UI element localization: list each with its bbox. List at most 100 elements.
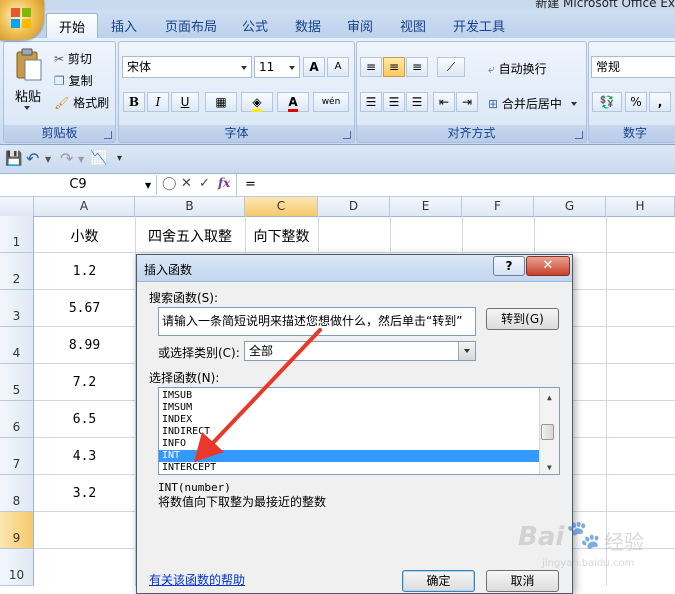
annotation-arrow-icon <box>194 328 322 462</box>
column-header-a[interactable]: A <box>34 197 135 216</box>
row-header-1[interactable]: 1 <box>0 216 34 253</box>
row-header-10[interactable]: 10 <box>0 549 34 586</box>
align-top-button[interactable]: ≡ <box>360 57 382 77</box>
tab-data[interactable]: 数据 <box>295 16 321 35</box>
align-left-button[interactable]: ☰ <box>360 92 382 112</box>
redo-icon[interactable]: ↷ <box>60 149 73 168</box>
name-box[interactable]: C9 <box>0 175 157 195</box>
paste-button[interactable]: 粘贴 <box>15 86 41 105</box>
font-size-select[interactable]: 11 <box>254 56 300 78</box>
row-header-6[interactable]: 6 <box>0 401 34 438</box>
dialog-close-button[interactable]: ✕ <box>526 256 570 276</box>
cell-a8[interactable]: 3.2 <box>34 486 135 501</box>
row-header-8[interactable]: 8 <box>0 475 34 512</box>
column-header-h[interactable]: H <box>606 197 675 216</box>
format-painter-button[interactable]: 🖌 格式刷 <box>54 94 109 111</box>
merge-dropdown-icon[interactable] <box>571 102 577 106</box>
cell-a4[interactable]: 8.99 <box>34 338 135 353</box>
cell-c1[interactable]: 向下整数 <box>245 226 318 246</box>
cancel-entry-icon[interactable]: ✕ <box>181 176 192 191</box>
alignment-launcher-icon[interactable] <box>575 131 583 139</box>
tab-review[interactable]: 审阅 <box>347 16 373 35</box>
font-color-button[interactable]: A <box>277 92 309 112</box>
cell-a7[interactable]: 4.3 <box>34 449 135 464</box>
borders-button[interactable]: ▦ <box>205 92 237 112</box>
merge-center-button[interactable]: ⊞ 合并后居中 <box>488 95 562 112</box>
cut-button[interactable]: ✂ 剪切 <box>54 50 92 67</box>
shrink-font-button[interactable]: A <box>327 57 349 77</box>
tab-view[interactable]: 视图 <box>400 16 426 35</box>
insert-function-icon[interactable]: fx <box>218 176 230 190</box>
go-button[interactable]: 转到(G) <box>486 308 559 330</box>
currency-button[interactable]: 💱 <box>592 92 622 112</box>
confirm-entry-icon[interactable]: ✓ <box>199 176 210 191</box>
cancel-button[interactable]: 取消 <box>486 570 559 592</box>
ok-button[interactable]: 确定 <box>402 570 475 592</box>
customize-qat-icon[interactable]: ▾ <box>117 153 122 164</box>
font-name-select[interactable]: 宋体 <box>122 56 252 78</box>
phonetic-button[interactable]: wén <box>313 92 349 112</box>
row-header-7[interactable]: 7 <box>0 438 34 475</box>
clipboard-launcher-icon[interactable] <box>104 131 112 139</box>
cell-a1[interactable]: 小数 <box>34 226 135 246</box>
wrap-text-button[interactable]: ⤶ 自动换行 <box>488 60 547 77</box>
column-header-c[interactable]: C <box>245 197 318 216</box>
cell-a5[interactable]: 7.2 <box>34 375 135 390</box>
clipboard-group-label: 剪贴板 <box>4 125 115 142</box>
save-icon[interactable]: 💾 <box>5 151 22 167</box>
font-launcher-icon[interactable] <box>343 131 351 139</box>
row-header-4[interactable]: 4 <box>0 327 34 364</box>
italic-button[interactable]: I <box>147 92 169 112</box>
undo-icon[interactable]: ↶ <box>26 149 39 168</box>
column-header-b[interactable]: B <box>135 197 245 216</box>
tab-formulas[interactable]: 公式 <box>242 16 268 35</box>
row-header-9[interactable]: 9 <box>0 512 34 549</box>
paste-dropdown-icon[interactable] <box>24 106 30 110</box>
dialog-help-button[interactable]: ? <box>493 256 525 276</box>
cell-b1[interactable]: 四舍五入取整 <box>135 226 245 246</box>
row-header-2[interactable]: 2 <box>0 253 34 290</box>
fill-color-icon: ◈ <box>252 95 262 112</box>
align-bottom-button[interactable]: ≡ <box>406 57 428 77</box>
column-header-f[interactable]: F <box>462 197 534 216</box>
comma-button[interactable]: , <box>649 92 671 112</box>
column-header-d[interactable]: D <box>318 197 390 216</box>
decrease-indent-button[interactable]: ⇤ <box>433 92 455 112</box>
cell-a2[interactable]: 1.2 <box>34 264 135 279</box>
chart-tool-icon[interactable]: 📉 <box>90 150 107 166</box>
function-list-scrollbar[interactable]: ▲ ▼ <box>539 388 559 474</box>
font-size-value: 11 <box>259 60 275 74</box>
row-header-3[interactable]: 3 <box>0 290 34 327</box>
tab-insert[interactable]: 插入 <box>111 16 137 35</box>
scroll-thumb[interactable] <box>541 424 554 440</box>
percent-button[interactable]: % <box>625 92 647 112</box>
orientation-button[interactable]: ⟋ <box>437 57 465 77</box>
scroll-down-icon[interactable]: ▼ <box>544 462 552 474</box>
align-center-button[interactable]: ☰ <box>383 92 405 112</box>
formula-input[interactable]: = <box>245 177 256 192</box>
grow-font-button[interactable]: A <box>303 57 325 77</box>
tab-developer[interactable]: 开发工具 <box>453 16 505 35</box>
copy-button[interactable]: ❐ 复制 <box>54 72 93 89</box>
increase-indent-button[interactable]: ⇥ <box>456 92 478 112</box>
function-help-link[interactable]: 有关该函数的帮助 <box>149 571 245 588</box>
cell-a3[interactable]: 5.67 <box>34 301 135 316</box>
column-header-e[interactable]: E <box>390 197 462 216</box>
select-all-corner[interactable] <box>0 197 34 216</box>
increase-indent-icon: ⇥ <box>461 95 473 109</box>
bold-button[interactable]: B <box>123 92 145 112</box>
align-middle-button[interactable]: ≡ <box>383 57 405 77</box>
underline-button[interactable]: U <box>171 92 199 112</box>
cell-a6[interactable]: 6.5 <box>34 412 135 427</box>
number-format-select[interactable]: 常规 <box>591 56 675 78</box>
fill-color-button[interactable]: ◈ <box>241 92 273 112</box>
name-box-dropdown-icon[interactable]: ▼ <box>145 181 151 190</box>
tab-page-layout[interactable]: 页面布局 <box>165 16 217 35</box>
undo-dropdown-icon[interactable]: ▼ <box>45 155 51 164</box>
align-right-button[interactable]: ☰ <box>406 92 428 112</box>
column-header-g[interactable]: G <box>534 197 606 216</box>
scroll-up-icon[interactable]: ▲ <box>544 392 552 404</box>
row-header-5[interactable]: 5 <box>0 364 34 401</box>
formula-expand-icon[interactable]: ◯ <box>162 176 177 191</box>
redo-dropdown-icon[interactable]: ▼ <box>78 155 84 164</box>
